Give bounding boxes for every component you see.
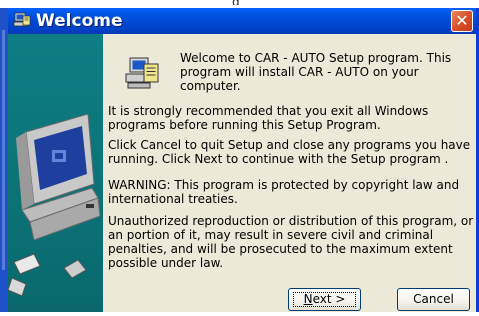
computer-illustration — [7, 113, 101, 297]
title-bar[interactable]: Welcome ✕ — [8, 8, 476, 34]
background-strip: g — [0, 0, 479, 8]
background-text-fragment: g — [232, 0, 302, 5]
next-button[interactable]: Next > — [288, 288, 361, 311]
dialog-content: Welcome to CAR - AUTO Setup program. Thi… — [103, 34, 476, 312]
recommendation-text: It is strongly recommended that you exit… — [108, 104, 429, 132]
setup-computer-icon — [13, 12, 31, 27]
welcome-dialog: Welcome ✕ Welcome to CAR - AUTO Setup pr… — [7, 8, 479, 312]
instructions-text: Click Cancel to quit Setup and close any… — [108, 138, 471, 166]
side-graphic-panel — [7, 34, 103, 312]
warning-text: WARNING: This program is protected by co… — [108, 178, 460, 206]
next-button-label: Next > — [303, 292, 346, 306]
cancel-button[interactable]: Cancel — [397, 288, 470, 311]
close-icon: ✕ — [455, 11, 469, 30]
setup-computer-icon — [125, 57, 159, 89]
background-window-edge — [0, 8, 8, 312]
window-title: Welcome — [36, 11, 123, 31]
close-button[interactable]: ✕ — [451, 10, 473, 32]
intro-text: Welcome to CAR - AUTO Setup program. Thi… — [180, 51, 452, 93]
legal-text: Unauthorized reproduction or distributio… — [108, 214, 474, 270]
